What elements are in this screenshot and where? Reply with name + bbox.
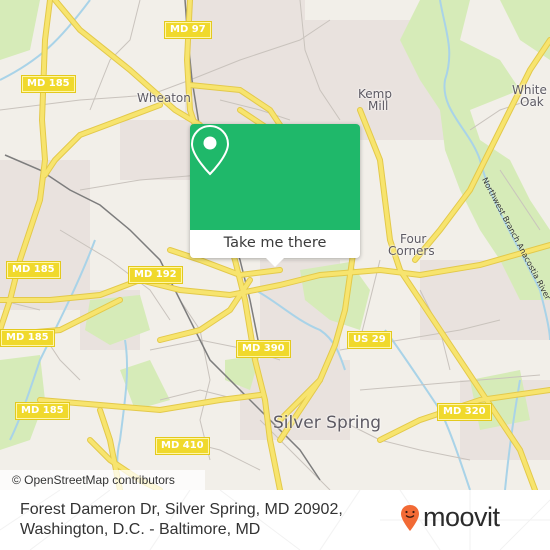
take-me-there-button[interactable]: Take me there: [190, 230, 360, 258]
place-label-silver-spring: Silver Spring: [273, 413, 382, 433]
moovit-logo[interactable]: moovit: [400, 500, 500, 536]
map-view[interactable]: Wheaton Kemp Mill White Oak Four Corners…: [0, 0, 550, 490]
place-label-corners: Corners: [388, 244, 435, 258]
address-line-2: Washington, D.C. - Baltimore, MD: [20, 521, 261, 538]
place-label-wheaton: Wheaton: [137, 91, 191, 105]
popup-pointer: [266, 258, 284, 267]
place-label-oak: Oak: [520, 95, 544, 109]
moovit-wordmark: moovit: [423, 501, 500, 532]
road-shield-md320: MD 320: [437, 403, 492, 421]
road-shield-md185: MD 185: [21, 75, 76, 93]
address-line-1: Forest Dameron Dr, Silver Spring, MD 209…: [20, 501, 343, 518]
address-text: Forest Dameron Dr, Silver Spring, MD 209…: [20, 500, 343, 540]
road-shield-md185: MD 185: [0, 329, 55, 347]
road-shield-md192: MD 192: [128, 266, 183, 284]
popup-header[interactable]: [190, 124, 360, 230]
map-attribution[interactable]: © OpenStreetMap contributors: [0, 470, 205, 490]
road-shield-md185: MD 185: [6, 261, 61, 279]
road-shield-md390: MD 390: [236, 340, 291, 358]
map-pin-icon: [190, 124, 230, 176]
place-label-mill: Mill: [368, 99, 389, 113]
location-popup[interactable]: Take me there: [190, 124, 360, 267]
road-shield-md185: MD 185: [15, 402, 70, 420]
moovit-pin-icon: [401, 505, 419, 531]
road-shield-md410: MD 410: [155, 437, 210, 455]
road-shield-us29: US 29: [347, 331, 392, 349]
footer: Forest Dameron Dr, Silver Spring, MD 209…: [0, 490, 550, 550]
road-shield-md97: MD 97: [164, 21, 212, 39]
map-card: Wheaton Kemp Mill White Oak Four Corners…: [0, 0, 550, 550]
